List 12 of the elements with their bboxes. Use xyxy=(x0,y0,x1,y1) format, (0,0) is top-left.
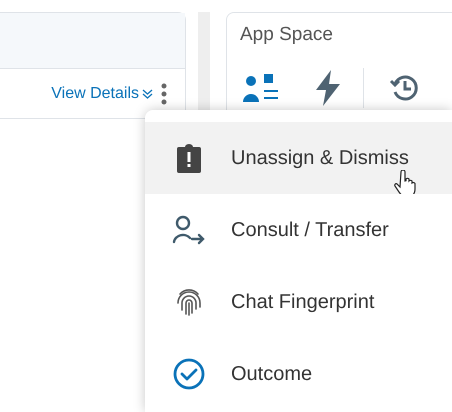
menu-item[interactable]: Chat Fingerprint xyxy=(145,266,452,338)
menu-item[interactable]: Consult / Transfer xyxy=(145,194,452,266)
view-details-link[interactable]: View Details xyxy=(51,82,153,106)
check-circle-icon xyxy=(173,358,205,390)
double-chevron-down-icon xyxy=(142,88,153,99)
user-arrow-icon xyxy=(172,215,206,245)
clipboard-alert-icon xyxy=(176,143,202,173)
fingerprint-icon xyxy=(175,287,203,317)
menu-item[interactable]: Outcome xyxy=(145,338,452,410)
more-options-icon[interactable] xyxy=(161,82,167,104)
panel-title: App Space xyxy=(239,23,334,47)
menu-item[interactable]: Unassign & Dismiss xyxy=(145,122,452,194)
